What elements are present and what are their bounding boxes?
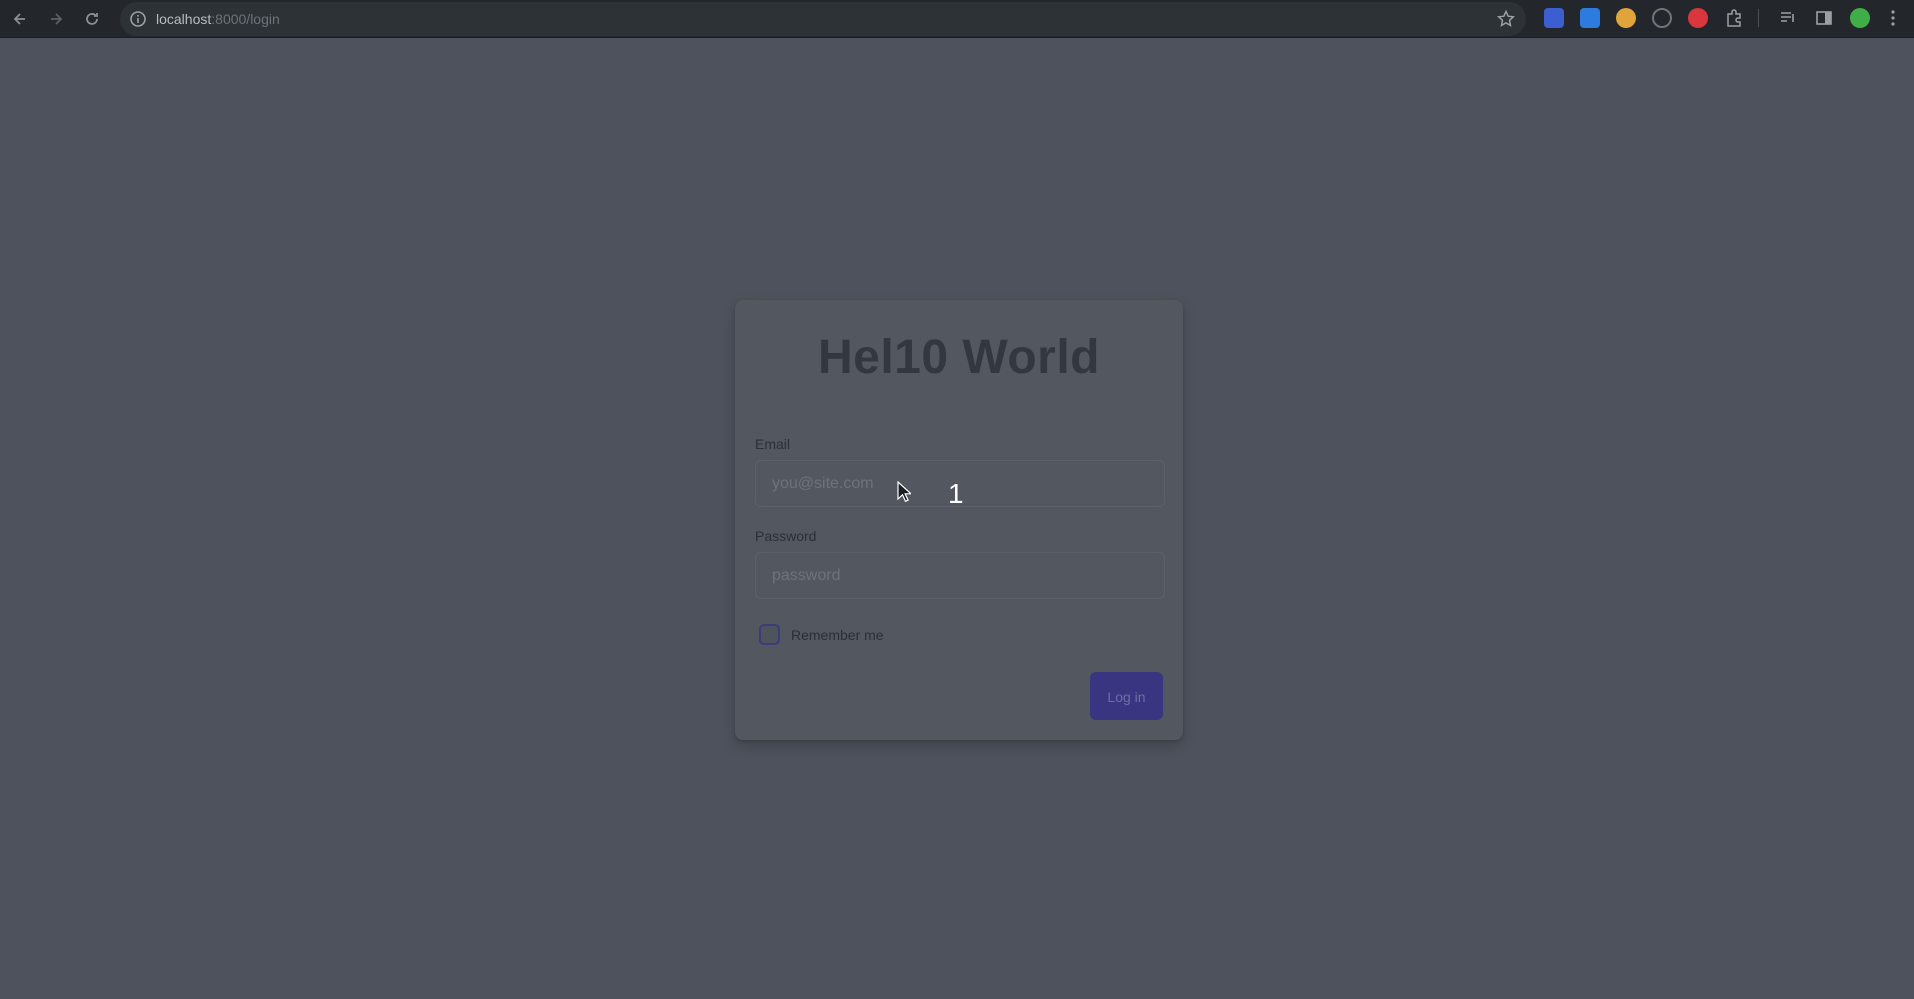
toolbar-separator <box>1758 9 1759 27</box>
step-number-overlay: 1 <box>948 478 964 509</box>
url-path: :8000/login <box>211 11 280 27</box>
reload-icon[interactable] <box>78 5 106 33</box>
adblock-extension-icon[interactable] <box>1688 8 1708 28</box>
bookmark-star-icon[interactable] <box>1496 9 1516 29</box>
browser-toolbar: localhost:8000/login <box>0 0 1914 38</box>
mouse-cursor-icon <box>897 481 911 503</box>
clock-extension-icon[interactable] <box>1652 8 1672 28</box>
dictionary-extension-icon[interactable] <box>1580 8 1600 28</box>
forward-arrow-icon[interactable] <box>42 5 70 33</box>
address-bar[interactable]: localhost:8000/login <box>120 2 1526 36</box>
password-label: Password <box>755 528 817 544</box>
translate-extension-icon[interactable] <box>1544 8 1564 28</box>
password-field[interactable] <box>755 552 1165 599</box>
media-queue-icon[interactable] <box>1778 8 1798 28</box>
login-button[interactable]: Log in <box>1090 672 1163 720</box>
email-label: Email <box>755 436 791 452</box>
back-arrow-icon[interactable] <box>6 5 34 33</box>
login-card: Hel10 World Email Password Remember me L… <box>735 300 1183 740</box>
url-host: localhost <box>156 11 212 27</box>
extension-icon[interactable] <box>1616 8 1636 28</box>
remember-me-checkbox[interactable] <box>759 624 780 645</box>
site-info-icon[interactable] <box>128 9 148 29</box>
side-panel-icon[interactable] <box>1814 8 1834 28</box>
browser-menu-icon[interactable] <box>1886 8 1900 28</box>
remember-me-label[interactable]: Remember me <box>791 627 884 643</box>
profile-avatar-icon[interactable] <box>1850 8 1870 28</box>
url-text: localhost:8000/login <box>156 2 280 36</box>
page-title: Hel10 World <box>817 331 1100 384</box>
extensions-puzzle-icon[interactable] <box>1724 8 1744 28</box>
